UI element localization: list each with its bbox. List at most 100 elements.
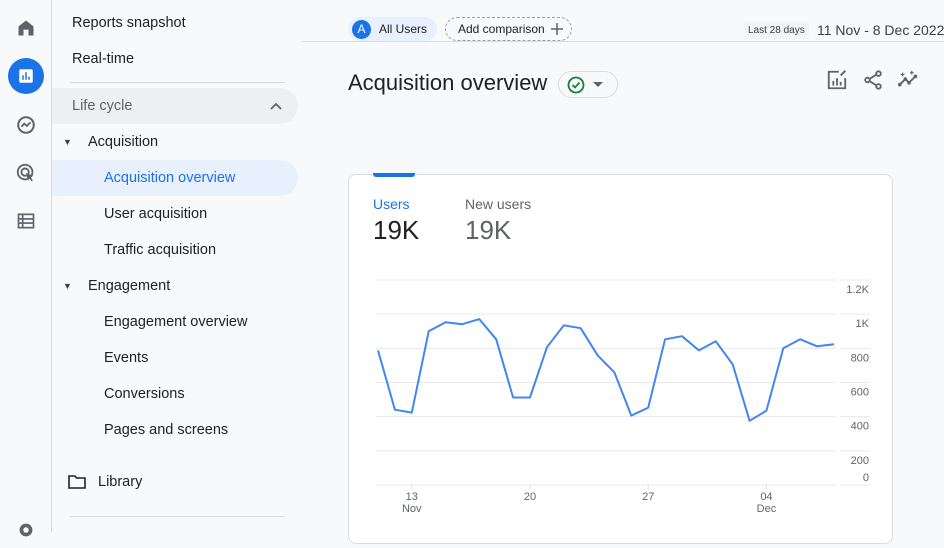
nav-divider (70, 516, 285, 517)
caret-down-icon: ▼ (63, 281, 72, 291)
page-title: Acquisition overview (348, 70, 548, 95)
nav-events[interactable]: Events (52, 340, 298, 376)
data-point[interactable] (393, 408, 397, 412)
segment-chip-all-users[interactable]: A All Users (348, 17, 438, 41)
data-point[interactable] (528, 396, 532, 400)
data-point[interactable] (545, 345, 549, 349)
nav-label: Engagement overview (104, 314, 248, 330)
nav-divider (70, 82, 285, 83)
data-point[interactable] (511, 396, 515, 400)
y-tick-label: 400 (851, 421, 869, 433)
data-point[interactable] (832, 342, 836, 346)
data-point[interactable] (444, 320, 448, 324)
data-point[interactable] (494, 337, 498, 341)
nav-conversions[interactable]: Conversions (52, 376, 298, 412)
x-tick-label: 27 (642, 491, 654, 503)
nav-acquisition[interactable]: ▼ Acquisition (52, 124, 298, 160)
data-point[interactable] (612, 370, 616, 374)
x-tick-month-label: Dec (757, 503, 777, 515)
y-tick-label: 1.2K (846, 284, 869, 296)
x-tick-month-label: Nov (402, 503, 422, 515)
data-point[interactable] (663, 337, 667, 341)
data-point[interactable] (731, 362, 735, 366)
nav-acquisition-overview[interactable]: Acquisition overview (52, 160, 298, 196)
date-range-picker[interactable]: 11 Nov - 8 Dec 2022 (817, 22, 944, 38)
nav-pages-and-screens[interactable]: Pages and screens (52, 412, 298, 448)
series-line-users[interactable] (377, 318, 835, 422)
date-range-label: Last 28 days (744, 22, 809, 39)
edit-chart-icon (827, 70, 847, 90)
data-point[interactable] (629, 414, 633, 418)
folder-icon (68, 475, 86, 489)
nav-reports-snapshot[interactable]: Reports snapshot (52, 5, 298, 41)
data-point[interactable] (714, 339, 718, 343)
users-chart-card: Users 19K New users 19K 0 200 400 600 800 1K 1… (348, 173, 893, 544)
home-icon[interactable] (8, 10, 44, 46)
report-status-dropdown[interactable] (558, 71, 618, 98)
share-button[interactable] (862, 69, 884, 96)
nav-engagement[interactable]: ▼ Engagement (52, 268, 298, 304)
nav-label: Acquisition overview (104, 170, 236, 186)
y-tick-label: 0 (863, 472, 869, 484)
data-point[interactable] (748, 419, 752, 423)
insights-icon (898, 70, 918, 87)
nav-label: Events (104, 350, 149, 366)
data-point[interactable] (781, 346, 785, 350)
nav-realtime[interactable]: Real-time (52, 41, 298, 77)
data-point[interactable] (579, 326, 583, 330)
chevron-up-icon (270, 102, 282, 110)
nav-engagement-overview[interactable]: Engagement overview (52, 304, 298, 340)
customize-report-button[interactable] (826, 69, 848, 96)
data-point[interactable] (798, 337, 802, 341)
y-tick-label: 600 (851, 387, 869, 399)
nav-traffic-acquisition[interactable]: Traffic acquisition (52, 232, 298, 268)
data-point[interactable] (562, 323, 566, 327)
data-point[interactable] (764, 409, 768, 413)
data-point[interactable] (680, 334, 684, 338)
segment-avatar: A (352, 19, 371, 39)
x-tick-label: 13 (406, 491, 418, 503)
nav-library[interactable]: Library (52, 464, 298, 500)
nav-label: Life cycle (72, 98, 133, 114)
x-tick-label: 20 (524, 491, 536, 503)
add-comparison-label: Add comparison (458, 22, 545, 36)
settings-icon[interactable] (8, 512, 44, 548)
share-icon (864, 70, 882, 90)
nav-label: Real-time (72, 51, 135, 67)
nav-label: Conversions (104, 386, 185, 402)
data-point[interactable] (646, 406, 650, 410)
plus-icon (550, 23, 563, 35)
y-tick-label: 200 (851, 455, 869, 467)
reports-icon[interactable] (8, 58, 44, 94)
data-point[interactable] (460, 322, 464, 326)
insights-button[interactable] (897, 69, 921, 96)
check-circle-icon (567, 76, 585, 93)
nav-label: User acquisition (104, 206, 208, 222)
reports-nav: Reports snapshot Real-time Life cycle ▼ … (52, 0, 302, 532)
nav-label: Engagement (88, 278, 171, 294)
data-point[interactable] (427, 329, 431, 333)
nav-user-acquisition[interactable]: User acquisition (52, 196, 298, 232)
y-tick-label: 1K (856, 318, 870, 330)
caret-down-icon: ▼ (63, 137, 72, 147)
nav-label: Pages and screens (104, 422, 229, 438)
top-bar: A All Users Add comparison Last 28 days … (302, 0, 944, 42)
explore-icon[interactable] (8, 107, 44, 143)
dropdown-arrow-icon (593, 81, 603, 87)
nav-lifecycle-header[interactable]: Life cycle (52, 88, 298, 124)
data-point[interactable] (815, 344, 819, 348)
configure-icon[interactable] (8, 203, 44, 239)
data-point[interactable] (477, 317, 481, 321)
y-tick-label: 800 (851, 352, 869, 364)
data-point[interactable] (376, 348, 380, 352)
advertising-icon[interactable] (8, 155, 44, 191)
segment-label: All Users (379, 22, 428, 36)
users-line-chart: 0 200 400 600 800 1K 1.2K 13Nov 20 27 04Dec (376, 279, 870, 515)
nav-rail (0, 0, 52, 537)
nav-label: Library (98, 474, 143, 490)
data-point[interactable] (410, 411, 414, 415)
add-comparison-button[interactable]: Add comparison (445, 17, 572, 41)
nav-label: Traffic acquisition (104, 242, 217, 258)
data-point[interactable] (697, 348, 701, 352)
data-point[interactable] (596, 353, 600, 357)
